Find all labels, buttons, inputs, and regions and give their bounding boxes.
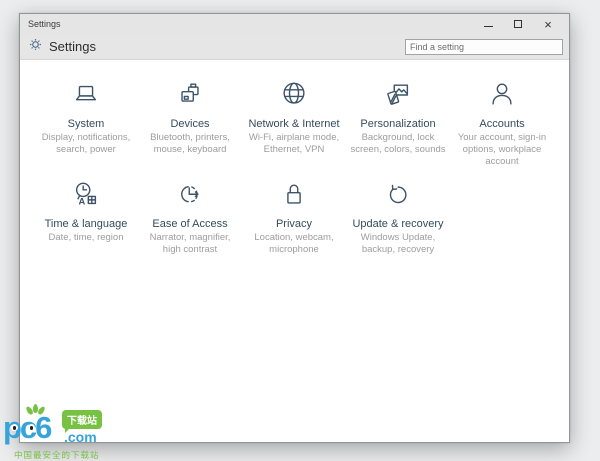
app-header: Settings: [20, 34, 569, 60]
tile-privacy[interactable]: Privacy Location, webcam, microphone: [242, 180, 346, 256]
tile-network-internet[interactable]: Network & Internet Wi-Fi, airplane mode,…: [242, 80, 346, 168]
tile-title: Ease of Access: [152, 218, 228, 230]
tile-subtitle: Wi-Fi, airplane mode, Ethernet, VPN: [248, 132, 340, 155]
photos-icon: [383, 80, 413, 110]
tile-title: Privacy: [275, 218, 313, 230]
search-input[interactable]: [405, 38, 563, 55]
clock-language-icon: A: [71, 180, 101, 210]
tile-subtitle: Bluetooth, printers, mouse, keyboard: [150, 132, 230, 155]
page-title: Settings: [49, 39, 96, 54]
tile-title: Network & Internet: [248, 118, 340, 130]
tile-subtitle: Display, notifications, search, power: [41, 132, 131, 155]
tile-subtitle: Background, lock screen, colors, sounds: [350, 132, 446, 155]
maximize-button[interactable]: [503, 14, 533, 34]
tile-title: Devices: [170, 118, 210, 130]
minimize-icon: [483, 25, 493, 27]
tiles-row-1: System Display, notifications, search, p…: [34, 80, 554, 168]
tile-system[interactable]: System Display, notifications, search, p…: [34, 80, 138, 168]
window-title: Settings: [28, 19, 61, 29]
tile-title: System: [67, 118, 105, 130]
pc6-watermark: pc6 下载站 .com 中国最安全的下载站: [3, 404, 143, 460]
gear-icon: [29, 38, 42, 56]
printer-devices-icon: [175, 80, 205, 110]
tile-time-language[interactable]: A Time & language Date, time, region: [34, 180, 138, 256]
window-controls: ×: [473, 14, 563, 34]
watermark-badge: 下载站: [62, 410, 102, 433]
close-button[interactable]: ×: [533, 14, 563, 34]
watermark-tagline: 中国最安全的下载站: [14, 450, 100, 460]
refresh-arrow-icon: [383, 180, 413, 210]
eye-icon: [11, 424, 18, 431]
tile-subtitle: Your account, sign-in options, workplace…: [457, 132, 547, 167]
tiles-row-2: A Time & language Date, time, region Eas…: [34, 180, 450, 256]
tile-title: Accounts: [479, 118, 525, 130]
tile-subtitle: Location, webcam, microphone: [254, 232, 334, 255]
tile-title: Time & language: [44, 218, 128, 230]
person-icon: [487, 80, 517, 110]
tile-subtitle: Date, time, region: [48, 232, 124, 243]
tile-personalization[interactable]: Personalization Background, lock screen,…: [346, 80, 450, 168]
titlebar: Settings ×: [20, 14, 569, 34]
tile-ease-of-access[interactable]: Ease of Access Narrator, magnifier, high…: [138, 180, 242, 256]
tile-accounts[interactable]: Accounts Your account, sign-in options, …: [450, 80, 554, 168]
svg-text:A: A: [79, 196, 86, 206]
tile-title: Personalization: [360, 118, 436, 130]
maximize-icon: [514, 20, 522, 28]
minimize-button[interactable]: [473, 14, 503, 34]
tile-subtitle: Windows Update, backup, recovery: [360, 232, 436, 255]
settings-window: Settings × Settings Find a setting Syste…: [19, 13, 570, 443]
tile-title: Update & recovery: [352, 218, 444, 230]
tile-subtitle: Narrator, magnifier, high contrast: [149, 232, 231, 255]
eye-icon: [28, 424, 35, 431]
tile-devices[interactable]: Devices Bluetooth, printers, mouse, keyb…: [138, 80, 242, 168]
tile-update-recovery[interactable]: Update & recovery Windows Update, backup…: [346, 180, 450, 256]
padlock-icon: [279, 180, 309, 210]
watermark-com: .com: [64, 429, 97, 445]
laptop-icon: [71, 80, 101, 110]
close-icon: ×: [544, 16, 552, 32]
dashed-clock-arrow-icon: [175, 180, 205, 210]
globe-icon: [279, 80, 309, 110]
